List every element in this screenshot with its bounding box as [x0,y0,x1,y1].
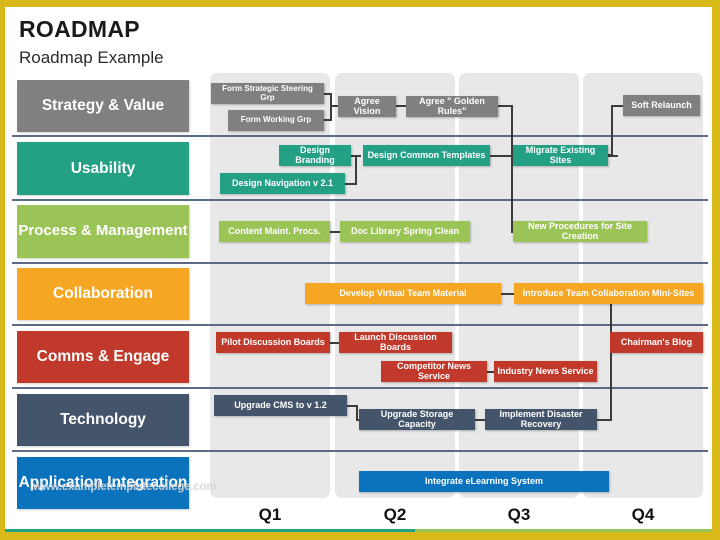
lane-label-text: Usability [70,159,136,177]
task-label: Launch Discussion Boards [354,331,437,352]
task-label: Agree Vision [353,95,381,116]
lane-label-usability[interactable]: Usability [17,142,189,195]
connector-line [608,155,618,157]
task-label: Competitor News Service [396,360,471,381]
task-label: Design Common Templates [367,149,486,160]
quarter-label-q1: Q1 [210,505,330,525]
task-label: Content Maint. Procs. [228,225,321,236]
task-label: Integrate eLearning System [424,475,544,486]
task-box[interactable]: Launch Discussion Boards [339,332,452,353]
connector-line [345,183,357,185]
task-box[interactable]: Competitor News Service [381,361,487,382]
connector-line [490,155,513,157]
task-box[interactable]: Chairman's Blog [610,332,703,353]
task-box[interactable]: Design Common Templates [363,145,490,166]
task-box[interactable]: Design Navigation v 2.1 [220,173,345,194]
task-label: Upgrade Storage Capacity [380,408,454,429]
task-label: Agree " Golden Rules" [419,95,485,116]
task-box[interactable]: Upgrade Storage Capacity [359,409,475,430]
task-box[interactable]: Industry News Service [494,361,597,382]
task-label: Industry News Service [497,365,594,376]
task-box[interactable]: Agree " Golden Rules" [406,96,498,117]
lane-label-text: Comms & Engage [36,348,170,366]
task-label: Form Working Grp [240,115,312,125]
frame-accent-stripe [5,529,712,532]
task-box[interactable]: Form Strategic Steering Grp [211,83,324,104]
lane-label-strategy-value[interactable]: Strategy & Value [17,80,189,132]
lane-separator [12,199,708,201]
task-box[interactable]: Introduce Team Collaboration Mini-Sites [514,283,703,304]
task-box[interactable]: Design Branding [279,145,351,166]
lane-label-process-management[interactable]: Process & Management [17,205,189,258]
task-label: Soft Relaunch [631,99,692,110]
task-label: Implement Disaster Recovery [499,408,583,429]
frame-border-top [0,0,720,7]
lane-label-text: Technology [60,411,146,429]
quarter-label-text: Q2 [383,505,407,524]
task-box[interactable]: Pilot Discussion Boards [216,332,330,353]
task-label: Doc Library Spring Clean [350,225,460,236]
lane-label-text: Collaboration [53,285,153,303]
quarter-label-text: Q3 [507,505,531,524]
quarter-label-q4: Q4 [583,505,703,525]
lane-label-text: Process & Management [18,222,188,240]
lane-separator [12,324,708,326]
task-label: Upgrade CMS to v 1.2 [234,399,327,410]
task-box[interactable]: Form Working Grp [228,110,324,131]
roadmap-slide: ROADMAP Roadmap Example Strategy & Value… [0,0,720,540]
lane-separator [12,450,708,452]
connector-line [330,231,340,233]
task-box[interactable]: Migrate Existing Sites [513,145,608,166]
quarter-label-text: Q4 [631,505,655,524]
task-box[interactable]: New Procedures for Site Creation [513,221,647,242]
connector-line [611,105,613,155]
lane-label-comms-engage[interactable]: Comms & Engage [17,331,189,383]
page-subtitle: Roadmap Example [19,48,164,67]
connector-line [330,93,332,121]
connector-line [610,293,612,420]
task-box[interactable]: Upgrade CMS to v 1.2 [214,395,347,416]
page-title: ROADMAP [19,16,140,42]
task-label: Design Branding [295,144,335,165]
lane-label-collaboration[interactable]: Collaboration [17,268,189,320]
frame-border-right [712,0,720,540]
connector-line [597,419,612,421]
task-label: Design Navigation v 2.1 [231,177,334,188]
watermark: www.exampletemplatecollege.com [33,481,217,493]
task-box[interactable]: Soft Relaunch [623,95,700,116]
frame-border-bottom [0,532,720,540]
task-label: Introduce Team Collaboration Mini-Sites [522,287,695,298]
task-label: Pilot Discussion Boards [221,336,325,347]
task-label: New Procedures for Site Creation [527,220,633,241]
task-label: Migrate Existing Sites [525,144,596,165]
lane-label-technology[interactable]: Technology [17,394,189,446]
quarter-label-q2: Q2 [335,505,455,525]
connector-line [511,105,513,233]
task-box[interactable]: Develop Virtual Team Material [305,283,501,304]
lane-separator [12,387,708,389]
quarter-label-text: Q1 [258,505,282,524]
task-box[interactable]: Doc Library Spring Clean [340,221,470,242]
connector-line [475,419,485,421]
connector-line [501,293,514,295]
lane-label-text: Strategy & Value [41,97,165,115]
lane-separator [12,135,708,137]
task-label: Form Strategic Steering Grp [222,83,313,102]
task-box[interactable]: Content Maint. Procs. [219,221,330,242]
task-box[interactable]: Implement Disaster Recovery [485,409,597,430]
task-box[interactable]: Agree Vision [338,96,396,117]
task-box[interactable]: Integrate eLearning System [359,471,609,492]
task-label: Develop Virtual Team Material [339,287,467,298]
quarter-label-q3: Q3 [459,505,579,525]
connector-line [355,155,357,185]
task-label: Chairman's Blog [620,336,693,347]
lane-separator [12,262,708,264]
